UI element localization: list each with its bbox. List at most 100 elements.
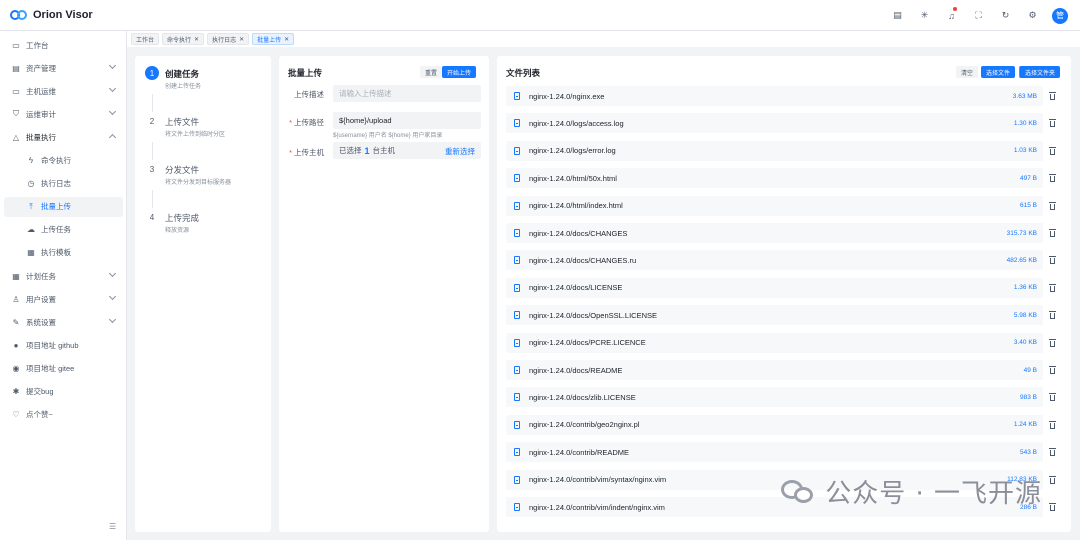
trash-icon[interactable] xyxy=(1049,420,1056,429)
sidebar-item[interactable]: ◷ 执行日志 xyxy=(4,174,123,194)
tab[interactable]: 工作台 xyxy=(131,33,160,45)
gear-icon[interactable]: ⚙ xyxy=(1019,0,1046,31)
tab-label: 批量上传 xyxy=(257,37,282,44)
sun-icon[interactable]: ✳ xyxy=(911,0,938,31)
sidebar-item[interactable]: ♡ 点个赞~ xyxy=(4,405,123,425)
file-icon xyxy=(514,311,520,320)
select-folder-button[interactable]: 选择文件夹 xyxy=(1019,66,1061,78)
start-upload-button[interactable]: 开始上传 xyxy=(442,66,477,78)
file-name: nginx-1.24.0/logs/error.log xyxy=(529,146,616,156)
step-desc: 释放资源 xyxy=(165,228,190,234)
file-name: nginx-1.24.0/logs/access.log xyxy=(529,118,624,128)
avatar[interactable]: 管 xyxy=(1052,7,1068,24)
upload-path-input[interactable]: ${home}/upload xyxy=(333,112,481,129)
sidebar-item[interactable]: ⛉ 运维审计 xyxy=(4,104,123,124)
trash-icon[interactable] xyxy=(1049,393,1056,402)
clear-files-button[interactable]: 清空 xyxy=(956,66,979,78)
sidebar-item-label: 执行日志 xyxy=(41,179,71,189)
file-size: 1.24 KB xyxy=(1013,421,1037,429)
trash-icon[interactable] xyxy=(1049,448,1056,457)
step-number: 4 xyxy=(149,212,155,222)
file-size: 482.65 KB xyxy=(1006,256,1037,264)
refresh-icon[interactable]: ↻ xyxy=(992,0,1019,31)
app-logo[interactable]: Orion Visor xyxy=(0,9,127,21)
trash-icon[interactable] xyxy=(1049,283,1056,292)
calendar-icon: ▦ xyxy=(12,271,20,281)
trash-icon[interactable] xyxy=(1049,174,1056,183)
file-name: nginx-1.24.0/contrib/README xyxy=(529,447,630,457)
trash-icon[interactable] xyxy=(1049,92,1056,100)
sidebar-item-label: 项目地址 github xyxy=(26,340,79,350)
file-size: 983 B xyxy=(1020,393,1037,401)
step-connector xyxy=(152,94,153,112)
trash-icon[interactable] xyxy=(1049,503,1056,511)
doc-icon[interactable]: ▤ xyxy=(884,0,911,31)
sidebar-item-label: 工作台 xyxy=(26,40,49,50)
collapse-sidebar-icon[interactable]: ☰ xyxy=(109,522,119,532)
template-icon: ▦ xyxy=(27,248,35,258)
trash-icon[interactable] xyxy=(1049,201,1056,210)
sidebar-item-label: 命令执行 xyxy=(41,156,71,165)
sidebar-item-label: 提交bug xyxy=(26,387,54,396)
reset-button[interactable]: 重置 xyxy=(420,66,443,78)
sidebar-item[interactable]: ◉ 项目地址 gitee xyxy=(4,358,123,378)
sidebar-item[interactable]: ♙ 用户设置 xyxy=(4,289,123,309)
step-desc: 将文件分发到目标服务器 xyxy=(165,180,232,186)
file-icon xyxy=(514,475,520,484)
close-icon[interactable]: ✕ xyxy=(284,36,289,43)
step-title: 上传文件 xyxy=(165,117,200,127)
trash-icon[interactable] xyxy=(1049,311,1056,320)
fullscreen-icon[interactable]: ⛶ xyxy=(965,0,992,31)
step-item: 1 创建任务 创建上传任务 xyxy=(145,66,265,96)
cluster-icon: △ xyxy=(12,132,20,142)
sidebar-item[interactable]: ✎ 系统设置 xyxy=(4,312,123,332)
sidebar-item[interactable]: △ 批量执行 xyxy=(4,127,123,147)
reselect-host-link[interactable]: 重新选择 xyxy=(445,146,475,157)
bug-icon: ✱ xyxy=(12,387,20,396)
file-icon xyxy=(514,174,520,183)
sidebar-item[interactable]: ▤ 资产管理 xyxy=(4,58,123,78)
sidebar-item[interactable]: ● 项目地址 github xyxy=(4,335,123,355)
wechat-icon xyxy=(781,477,817,507)
trash-icon[interactable] xyxy=(1049,146,1056,155)
tab[interactable]: 执行日志 ✕ xyxy=(207,33,250,45)
file-name: nginx-1.24.0/docs/zlib.LICENSE xyxy=(529,392,636,402)
close-icon[interactable]: ✕ xyxy=(194,36,199,43)
upload-icon: ⤒ xyxy=(29,201,33,211)
trash-icon[interactable] xyxy=(1049,256,1056,265)
upload-desc-input[interactable]: 请输入上传描述 xyxy=(333,85,481,102)
step-connector xyxy=(152,142,153,160)
trash-icon[interactable] xyxy=(1049,475,1056,484)
trash-icon[interactable] xyxy=(1049,119,1056,128)
sidebar-item[interactable]: ▦ 执行模板 xyxy=(4,243,123,263)
file-icon xyxy=(514,338,520,347)
tab[interactable]: 批量上传 ✕ xyxy=(252,33,295,45)
trash-icon[interactable] xyxy=(1049,229,1056,237)
sidebar-item[interactable]: ⤒ 批量上传 xyxy=(4,196,123,217)
sidebar-item[interactable]: ▭ 工作台 xyxy=(4,35,123,55)
sidebar-item[interactable]: ☁ 上传任务 xyxy=(4,220,123,240)
sidebar-item-label: 用户设置 xyxy=(26,294,56,304)
close-icon[interactable]: ✕ xyxy=(239,36,244,43)
file-name: nginx-1.24.0/docs/README xyxy=(529,365,623,375)
sidebar-item[interactable]: ▦ 计划任务 xyxy=(4,266,123,286)
step-number: 2 xyxy=(149,116,155,126)
tab-bar: 工作台 命令执行 ✕ 执行日志 ✕ 批量上传 ✕ xyxy=(127,31,1080,47)
file-list-title: 文件列表 xyxy=(506,68,541,78)
step-desc: 创建上传任务 xyxy=(165,84,202,90)
sidebar-item[interactable]: ✱ 提交bug xyxy=(4,382,123,402)
trash-icon[interactable] xyxy=(1049,366,1056,374)
step-title: 上传完成 xyxy=(165,213,200,223)
trash-icon[interactable] xyxy=(1049,338,1056,347)
tab-label: 命令执行 xyxy=(167,37,192,44)
sidebar-item[interactable]: ▭ 主机运维 xyxy=(4,81,123,101)
select-file-button[interactable]: 选择文件 xyxy=(981,66,1016,78)
thumb-icon: ♡ xyxy=(12,410,20,420)
bell-icon[interactable]: ♫ xyxy=(938,0,965,31)
chevron-down-icon xyxy=(108,62,117,70)
top-header: Orion Visor ▤ ✳ ♫ ⛶ ↻ ⚙ 管 xyxy=(0,0,1080,31)
tab[interactable]: 命令执行 ✕ xyxy=(162,33,205,45)
sidebar-item[interactable]: ϟ 命令执行 xyxy=(4,151,123,171)
tab-label: 工作台 xyxy=(136,37,155,44)
watermark: 公众号 · 一飞开源 xyxy=(781,473,1042,510)
